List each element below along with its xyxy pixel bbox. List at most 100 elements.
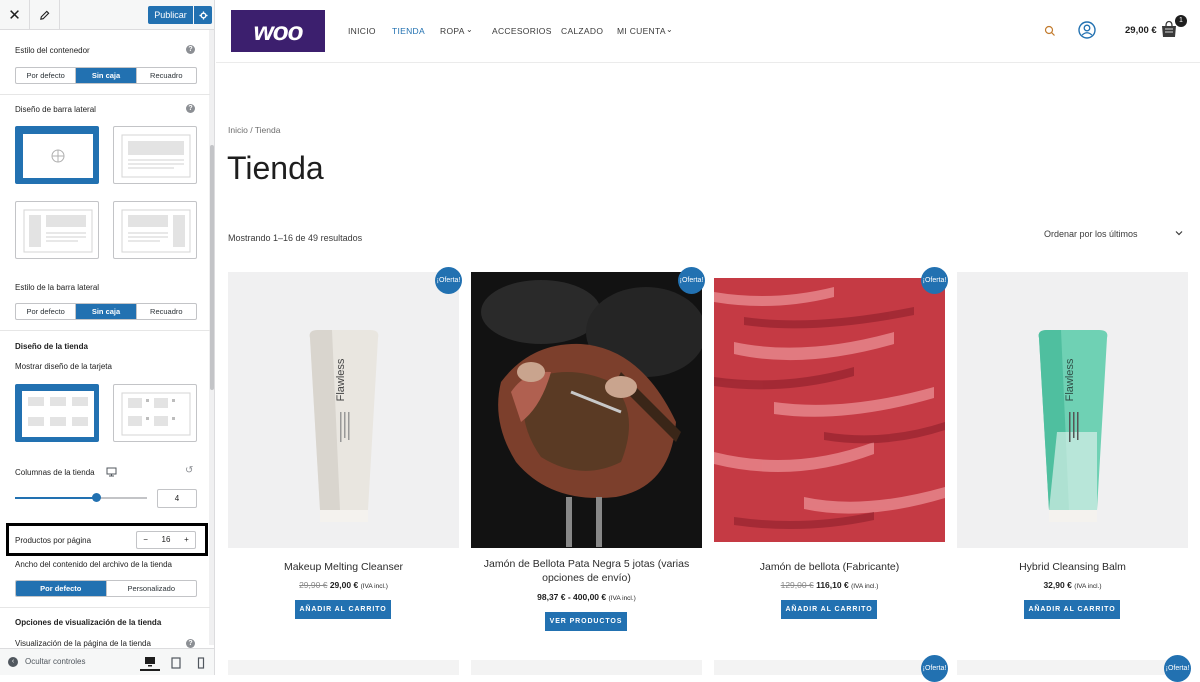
sidebar-style-default[interactable]: Por defecto	[16, 304, 77, 319]
sidebar-style-toggle: Por defecto Sin caja Recuadro	[15, 303, 197, 320]
columns-label: Columnas de la tienda	[15, 468, 95, 477]
product-image[interactable]	[714, 272, 945, 548]
sidebar-layout-right[interactable]	[113, 201, 197, 259]
product-title[interactable]: Jamón de bellota (Fabricante)	[714, 560, 945, 574]
product-title[interactable]: Makeup Melting Cleanser	[228, 560, 459, 574]
old-price: 129,00 €	[780, 580, 814, 590]
breadcrumb[interactable]: Inicio / Tienda	[228, 125, 280, 135]
sidebar-style-label: Estilo de la barra lateral	[15, 283, 100, 292]
sidebar-layout-full[interactable]	[113, 126, 197, 184]
per-page-input[interactable]: 16	[154, 532, 178, 548]
product-price: 129,00 € 116,10 € (IVA incl.)	[714, 580, 945, 590]
sidebar-layout-left[interactable]	[15, 201, 99, 259]
cart-total[interactable]: 29,00 €	[1125, 25, 1157, 36]
desktop-preview-icon[interactable]	[140, 654, 160, 671]
container-style-label: Estilo del contenedor	[15, 46, 90, 55]
chevron-down-icon: ⌄	[666, 25, 673, 34]
view-products-button[interactable]: VER PRODUCTOS	[545, 612, 627, 631]
per-page-label: Productos por página	[15, 536, 92, 545]
display-options-heading: Opciones de visualización de la tienda	[15, 618, 162, 627]
header-divider	[216, 62, 1200, 63]
nav-item-accesorios[interactable]: ACCESORIOS	[492, 26, 552, 36]
tax-note: (IVA incl.)	[851, 583, 879, 590]
chevron-down-icon[interactable]	[1174, 228, 1184, 238]
product-card-partial[interactable]	[228, 660, 459, 675]
tablet-preview-icon[interactable]	[166, 654, 186, 671]
result-count: Mostrando 1–16 de 49 resultados	[228, 233, 363, 243]
product-card-partial[interactable]	[471, 660, 702, 675]
tax-note: (IVA incl.)	[360, 583, 388, 590]
columns-slider-fill	[15, 497, 96, 499]
help-icon[interactable]: ?	[186, 104, 195, 113]
search-icon[interactable]	[1044, 25, 1056, 37]
increment-button[interactable]: +	[178, 532, 195, 548]
collapse-icon[interactable]: ‹	[8, 657, 18, 667]
customizer-header: ✕ Publicar	[0, 0, 214, 30]
product-brand: Flawless	[335, 358, 347, 401]
container-style-boxed[interactable]: Recuadro	[137, 68, 196, 83]
sale-badge: ¡Oferta!	[1164, 655, 1191, 682]
product-price: 29,90 € 29,00 € (IVA incl.)	[228, 580, 459, 590]
sidebar-style-boxed[interactable]: Recuadro	[137, 304, 196, 319]
divider	[0, 330, 210, 331]
divider	[0, 607, 210, 608]
ordering-select[interactable]: Ordenar por los últimos	[1044, 229, 1138, 239]
sale-badge: ¡Oferta!	[921, 655, 948, 682]
product-card-partial[interactable]	[714, 660, 945, 675]
product-image[interactable]: Flawless	[228, 272, 459, 548]
columns-input[interactable]: 4	[157, 489, 197, 508]
sale-price: 116,10 €	[816, 580, 849, 590]
close-icon[interactable]: ✕	[0, 0, 30, 30]
publish-button[interactable]: Publicar	[148, 6, 193, 24]
user-account-icon[interactable]	[1078, 21, 1096, 39]
sidebar-layout-none[interactable]	[15, 126, 99, 184]
product-brand: Flawless	[1064, 358, 1076, 401]
archive-width-toggle: Por defecto Personalizado	[15, 580, 197, 597]
add-to-cart-button[interactable]: AÑADIR AL CARRITO	[1024, 600, 1120, 619]
container-style-default[interactable]: Por defecto	[16, 68, 77, 83]
sidebar-style-boxless[interactable]: Sin caja	[76, 304, 137, 319]
archive-width-default[interactable]: Por defecto	[16, 581, 107, 596]
nav-item-tienda[interactable]: TIENDA	[392, 26, 425, 36]
regular-price: 32,90 €	[1043, 580, 1072, 590]
scrollbar-thumb[interactable]	[210, 145, 214, 390]
per-page-stepper: − 16 +	[136, 531, 196, 549]
tax-note: (IVA incl.)	[1074, 583, 1102, 590]
nav-item-calzado[interactable]: CALZADO	[561, 26, 603, 36]
nav-item-inicio[interactable]: INICIO	[348, 26, 376, 36]
pencil-icon[interactable]	[30, 0, 60, 30]
page-view-label: Visualización de la página de la tienda	[15, 639, 151, 648]
product-title[interactable]: Jamón de Bellota Pata Negra 5 jotas (var…	[471, 557, 702, 585]
page-title: Tienda	[227, 150, 324, 186]
product-image[interactable]: Flawless	[957, 272, 1188, 548]
mobile-preview-icon[interactable]	[191, 654, 211, 671]
hide-controls-button[interactable]: Ocultar controles	[25, 657, 85, 666]
sale-price: 29,00 €	[329, 580, 359, 590]
product-image[interactable]	[471, 272, 702, 548]
card-layout-list[interactable]	[113, 384, 197, 442]
container-style-boxless[interactable]: Sin caja	[76, 68, 137, 83]
add-to-cart-button[interactable]: AÑADIR AL CARRITO	[781, 600, 877, 619]
customizer-footer: ‹ Ocultar controles	[0, 648, 214, 675]
divider	[0, 94, 210, 95]
columns-slider-handle[interactable]	[92, 493, 101, 502]
site-logo[interactable]: woo	[231, 10, 325, 52]
archive-width-custom[interactable]: Personalizado	[107, 581, 197, 596]
help-icon[interactable]: ?	[186, 45, 195, 54]
card-design-label: Mostrar diseño de la tarjeta	[15, 362, 112, 371]
gear-icon[interactable]	[194, 6, 212, 24]
decrement-button[interactable]: −	[137, 532, 154, 548]
add-to-cart-button[interactable]: AÑADIR AL CARRITO	[295, 600, 391, 619]
product-title[interactable]: Hybrid Cleansing Balm	[957, 560, 1188, 574]
sale-badge: ¡Oferta!	[435, 267, 462, 294]
card-layout-grid[interactable]	[15, 384, 99, 442]
old-price: 29,90 €	[299, 580, 328, 590]
product-price: 32,90 € (IVA incl.)	[957, 580, 1188, 590]
sale-badge: ¡Oferta!	[921, 267, 948, 294]
reset-icon[interactable]: ↺	[185, 465, 193, 476]
chevron-down-icon: ⌄	[466, 25, 473, 34]
nav-item-ropa[interactable]: ROPA	[440, 26, 465, 36]
nav-item-mi-cuenta[interactable]: MI CUENTA	[617, 26, 666, 36]
help-icon[interactable]: ?	[186, 639, 195, 648]
product-card-partial[interactable]	[957, 660, 1188, 675]
